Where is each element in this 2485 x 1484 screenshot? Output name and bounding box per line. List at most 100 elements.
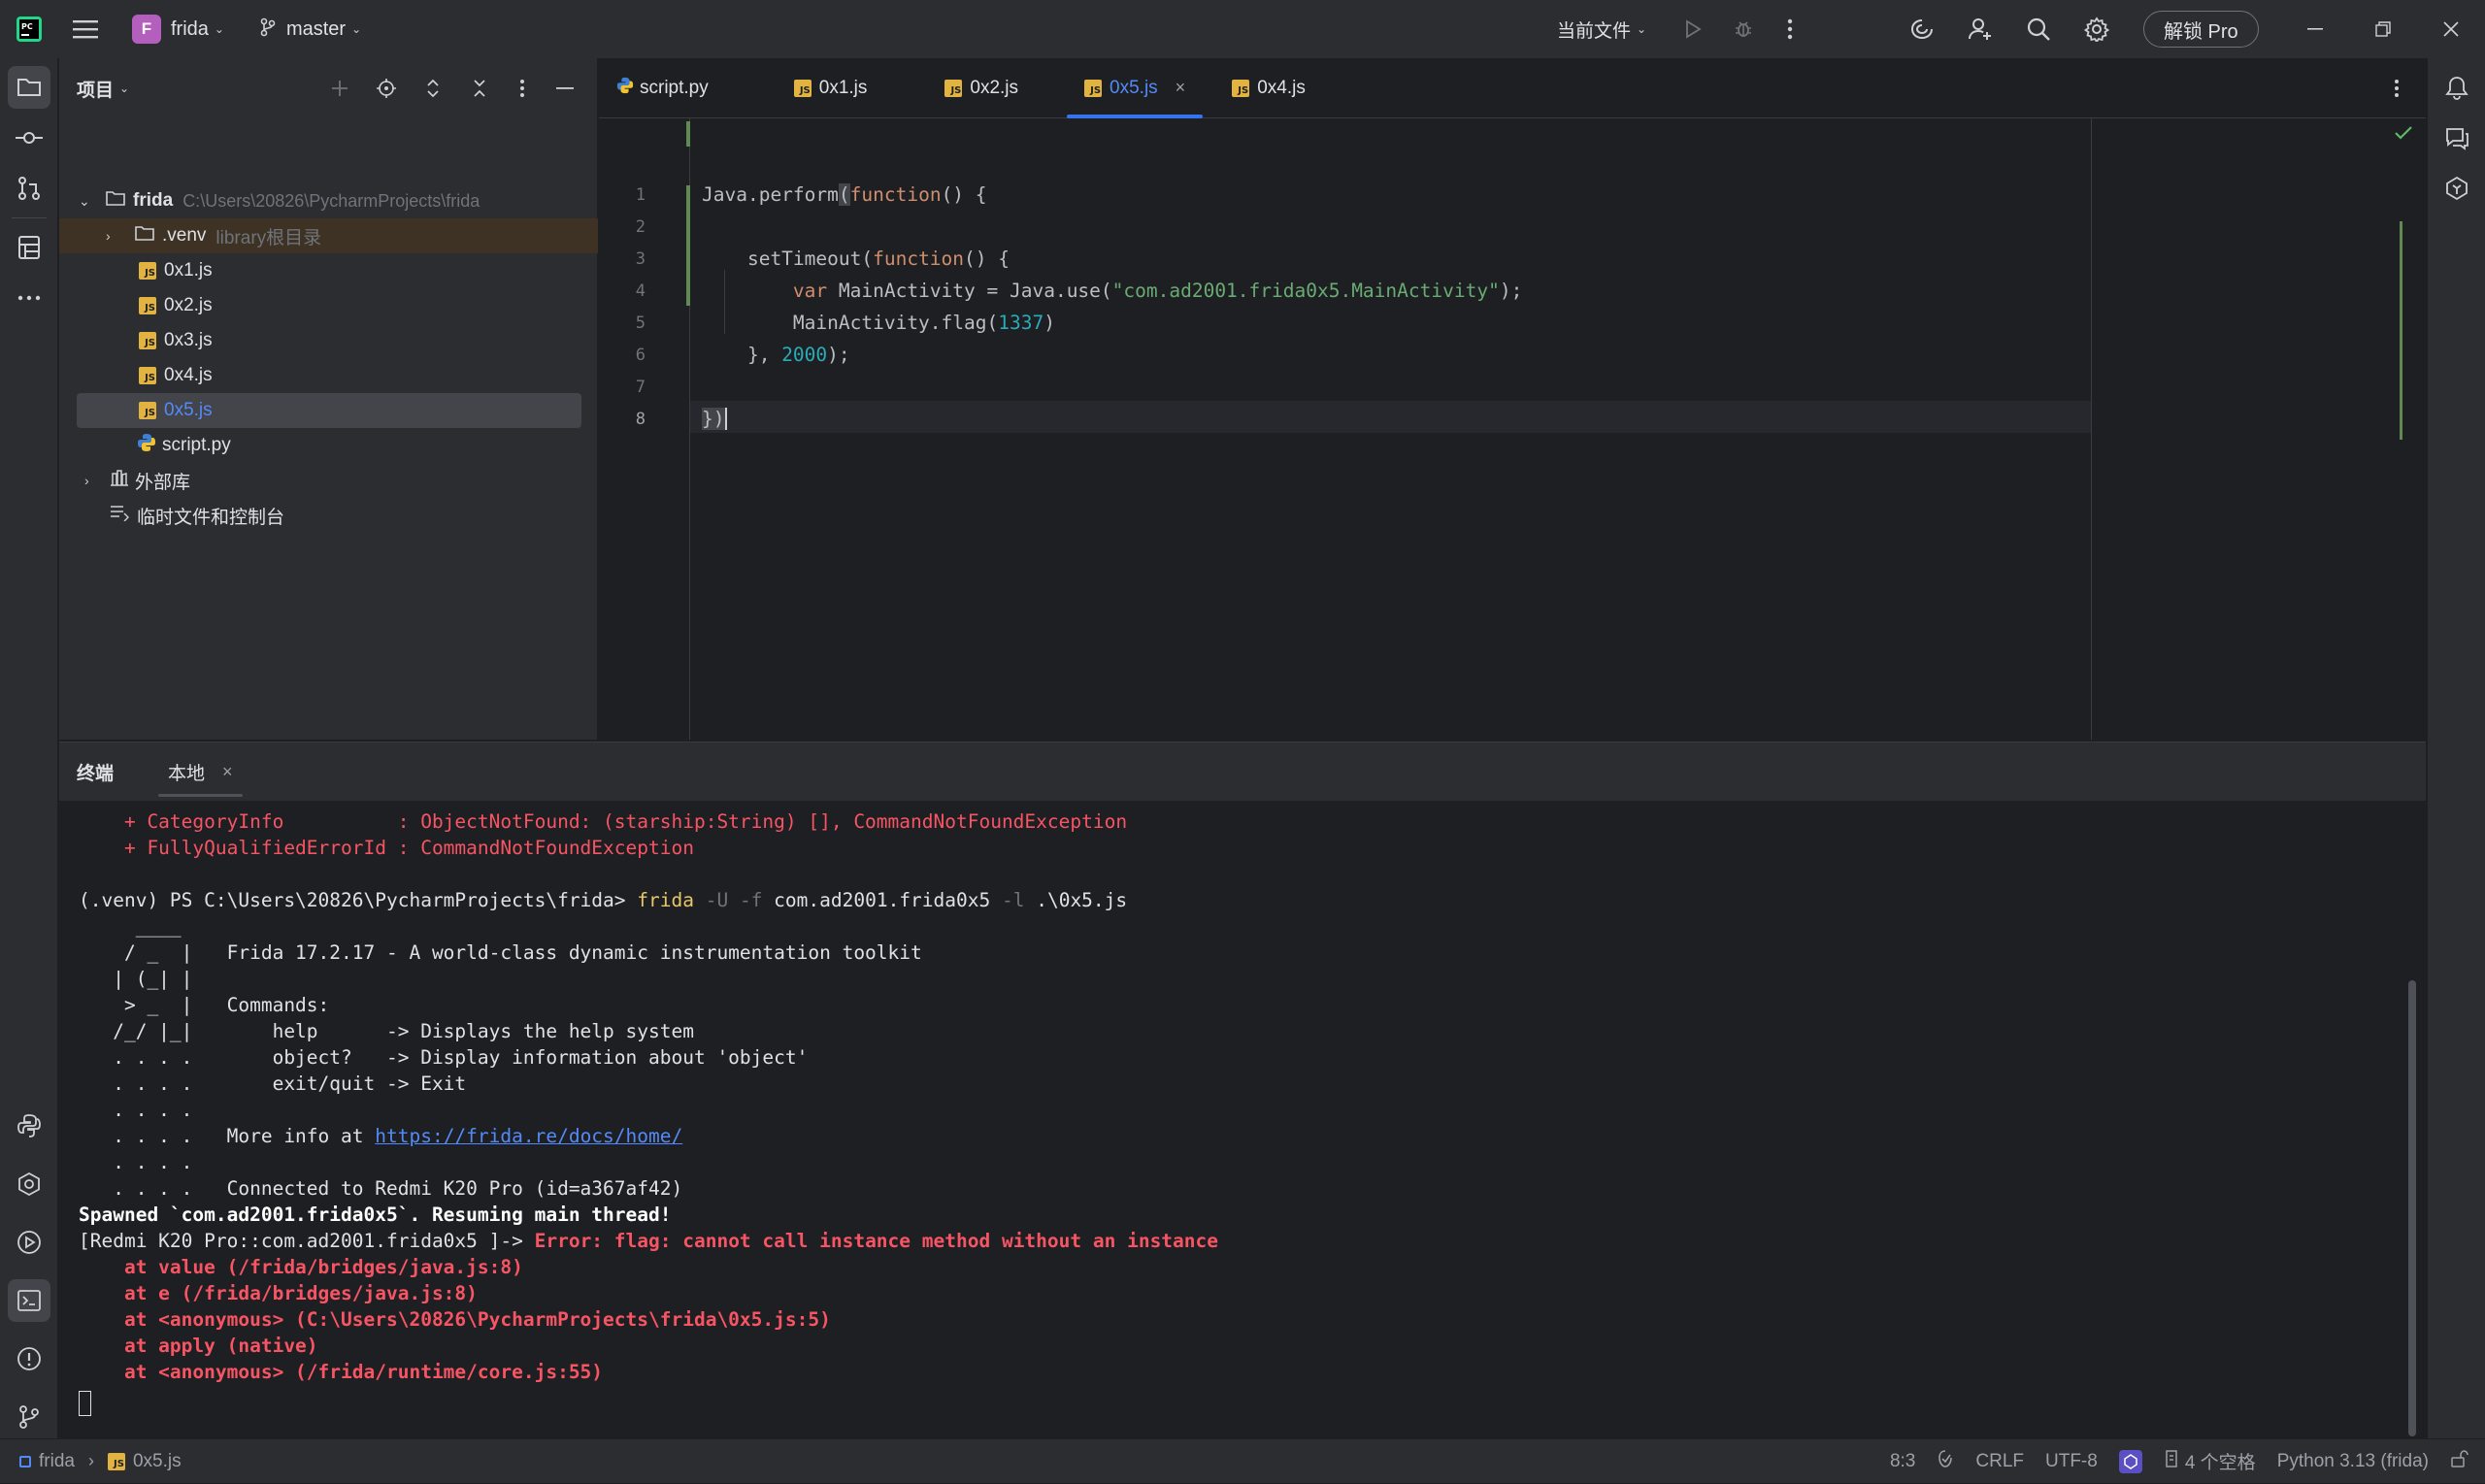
close-window-icon[interactable] xyxy=(2417,0,2485,58)
stacktrace-line: at <anonymous> (C:\Users\20826\PycharmPr… xyxy=(79,1308,831,1331)
locate-file-icon[interactable] xyxy=(367,69,406,108)
commit-icon[interactable] xyxy=(8,116,50,159)
python-console-icon[interactable] xyxy=(8,1163,50,1205)
terminal-line: / _ | Frida 17.2.17 - A world-class dyna… xyxy=(79,941,922,964)
code-token-keyword: var xyxy=(792,280,828,302)
problems-icon[interactable] xyxy=(8,1337,50,1380)
inspection-ok-icon[interactable] xyxy=(2395,126,2412,145)
pycharm-logo-icon: PC xyxy=(0,0,58,58)
project-tool-folder-icon[interactable] xyxy=(8,66,50,109)
debug-icon[interactable] xyxy=(1720,6,1767,52)
code-token-number: 1337 xyxy=(998,312,1044,334)
terminal-tool-window: 终端 本地 × + CategoryInfo : ObjectNotFound:… xyxy=(59,742,2426,1438)
scratches-icon xyxy=(110,504,129,527)
breadcrumb-file[interactable]: 0x5.js xyxy=(133,1451,182,1472)
read-only-lock-icon[interactable] xyxy=(1937,1449,1954,1473)
js-file-icon: JS xyxy=(139,402,156,419)
git-icon[interactable] xyxy=(8,1396,50,1438)
restore-window-icon[interactable] xyxy=(2349,0,2417,58)
terminal-tab-local[interactable]: 本地 × xyxy=(158,742,243,801)
editor-tab[interactable]: JS 0x2.js xyxy=(921,58,1042,118)
terminal-scrollbar[interactable] xyxy=(2408,980,2416,1436)
new-file-plus-icon[interactable] xyxy=(320,69,359,108)
minimize-window-icon[interactable] xyxy=(2281,0,2349,58)
notifications-bell-icon[interactable] xyxy=(2435,66,2478,109)
close-tab-icon[interactable]: × xyxy=(1176,78,1186,98)
editor-tab-active[interactable]: JS 0x5.js × xyxy=(1061,58,1209,118)
collapse-all-icon[interactable] xyxy=(460,69,499,108)
structure-icon[interactable] xyxy=(8,226,50,269)
main-menu-icon[interactable] xyxy=(58,0,113,58)
breadcrumb-project[interactable]: frida xyxy=(39,1451,75,1472)
line-separator[interactable]: CRLF xyxy=(1975,1451,2024,1472)
line-number: 7 xyxy=(635,377,646,397)
ai-chat-icon[interactable] xyxy=(2435,116,2478,159)
project-tool-window: 项目 ⌄ ⌄ frida C:\Users\20826\PycharmProje… xyxy=(59,58,598,740)
indent-guide xyxy=(724,270,725,334)
indent-setting[interactable]: 4 个空格 xyxy=(2185,1448,2256,1474)
code-line[interactable]: 2 xyxy=(599,211,2426,243)
code-line[interactable]: 8 }) xyxy=(599,403,2426,435)
editor-tab[interactable]: JS 0x4.js xyxy=(1209,58,1329,118)
right-tool-window-bar xyxy=(2427,58,2485,1438)
more-vertical-icon[interactable] xyxy=(1771,6,1809,52)
code-token: ); xyxy=(827,344,850,366)
tree-root-frida[interactable]: ⌄ frida C:\Users\20826\PycharmProjects\f… xyxy=(59,183,598,218)
code-line[interactable]: 3 setTimeout(function() { xyxy=(599,243,2426,275)
stacktrace-line: at value (/frida/bridges/java.js:8) xyxy=(79,1256,523,1278)
code-line[interactable]: 7 xyxy=(599,371,2426,403)
tree-item-file[interactable]: JS 0x4.js xyxy=(59,358,598,393)
code-line[interactable]: 4 var MainActivity = Java.use("com.ad200… xyxy=(599,275,2426,307)
run-icon[interactable] xyxy=(1670,6,1716,52)
settings-gear-icon[interactable] xyxy=(2070,6,2124,52)
terminal-line: . . . . exit/quit -> Exit xyxy=(79,1072,467,1095)
run-config-selector[interactable]: 当前文件 ⌄ xyxy=(1557,16,1646,43)
code-token-keyword: function xyxy=(849,183,942,206)
pull-requests-icon[interactable] xyxy=(8,167,50,210)
hide-panel-icon[interactable] xyxy=(546,69,584,108)
code-token: ) xyxy=(712,408,727,430)
stacktrace-line: at e (/frida/bridges/java.js:8) xyxy=(79,1282,478,1304)
docs-link[interactable]: https://frida.re/docs/home/ xyxy=(375,1125,682,1147)
caret-position[interactable]: 8:3 xyxy=(1890,1451,1915,1472)
codeium-icon[interactable] xyxy=(2435,167,2478,210)
tree-item-external-libraries[interactable]: › 外部库 xyxy=(59,463,598,498)
editor-tab[interactable]: script.py xyxy=(609,58,732,118)
search-icon[interactable] xyxy=(2011,6,2066,52)
unlocked-icon[interactable] xyxy=(2450,1450,2469,1472)
tree-item-file[interactable]: JS 0x1.js xyxy=(59,253,598,288)
unlock-pro-button[interactable]: 解锁 Pro xyxy=(2143,11,2259,48)
tree-item-file[interactable]: script.py xyxy=(59,428,598,463)
add-user-icon[interactable] xyxy=(1953,6,2007,52)
line-number: 8 xyxy=(635,409,646,429)
tree-item-file[interactable]: JS 0x2.js xyxy=(59,288,598,323)
branch-switcher[interactable]: master ⌄ xyxy=(259,17,361,42)
python-packages-icon[interactable] xyxy=(8,1105,50,1147)
terminal-output[interactable]: + CategoryInfo : ObjectNotFound: (starsh… xyxy=(59,801,2408,1439)
code-line[interactable]: 1 Java.perform(function() { xyxy=(599,179,2426,211)
editor-tab[interactable]: JS 0x1.js xyxy=(771,58,891,118)
tree-item-file-selected[interactable]: JS 0x5.js xyxy=(77,393,581,428)
terminal-icon[interactable] xyxy=(8,1279,50,1322)
code-token: MainActivity = Java.use( xyxy=(827,280,1112,302)
project-view-selector[interactable]: 项目 ⌄ xyxy=(77,76,129,102)
repl-prompt: [Redmi K20 Pro::com.ad2001.frida0x5 ]-> xyxy=(79,1230,535,1252)
python-interpreter[interactable]: Python 3.13 (frida) xyxy=(2277,1451,2429,1472)
project-switcher[interactable]: F frida ⌄ xyxy=(132,15,224,44)
ai-assistant-icon[interactable] xyxy=(1895,6,1949,52)
terminal-line: ____ xyxy=(79,915,182,938)
close-tab-icon[interactable]: × xyxy=(222,762,233,782)
services-icon[interactable] xyxy=(8,1221,50,1264)
code-line[interactable]: 5 MainActivity.flag(1337) xyxy=(599,307,2426,339)
tree-item-file[interactable]: JS 0x3.js xyxy=(59,323,598,358)
svg-text:PC: PC xyxy=(21,22,33,31)
file-encoding[interactable]: UTF-8 xyxy=(2045,1451,2098,1472)
tabs-more-icon[interactable] xyxy=(2385,69,2408,108)
tree-item-scratches[interactable]: 临时文件和控制台 xyxy=(59,498,598,533)
tree-item-venv[interactable]: › .venv library根目录 xyxy=(59,218,598,253)
codeium-status-icon[interactable] xyxy=(2118,1449,2142,1473)
code-line[interactable]: 6 }, 2000); xyxy=(599,339,2426,371)
expand-all-icon[interactable] xyxy=(414,69,452,108)
options-more-icon[interactable] xyxy=(507,69,538,108)
more-tools-icon[interactable] xyxy=(8,277,50,319)
